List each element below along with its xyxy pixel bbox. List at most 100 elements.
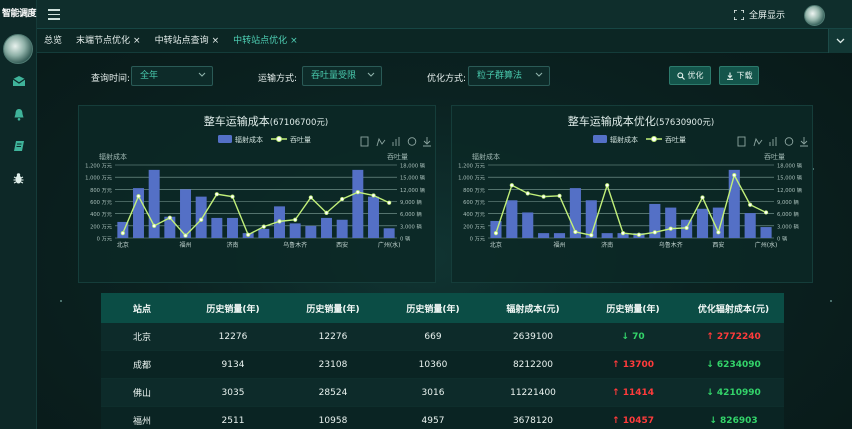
close-icon[interactable]: × bbox=[212, 36, 220, 46]
line-point bbox=[620, 231, 626, 236]
sidebar-avatar[interactable] bbox=[3, 34, 33, 64]
top-bar: 全屏显示 bbox=[37, 0, 852, 29]
tab-1[interactable]: 末端节点优化 × bbox=[69, 29, 148, 53]
bug-icon[interactable] bbox=[11, 171, 26, 185]
algo-select[interactable]: 粒子群算法 bbox=[468, 66, 550, 86]
table-row[interactable]: 福州 2511 10958 4957 3678120 ↑ 10457 ↓ 826903 bbox=[101, 407, 784, 429]
star-decor bbox=[830, 300, 832, 302]
search-icon bbox=[676, 71, 685, 80]
arrow-down-icon: ↓ bbox=[706, 387, 717, 398]
x-tick: 济南 bbox=[226, 241, 238, 249]
line-point bbox=[605, 183, 610, 188]
line-point bbox=[167, 215, 172, 220]
x-tick: 福州 bbox=[553, 241, 565, 249]
bar bbox=[728, 169, 740, 238]
y-tick-right: 9,000 辆 bbox=[400, 198, 422, 206]
y-tick-right: 3,000 辆 bbox=[777, 222, 799, 230]
chart-svg: 整车运输成本(67106700元)辐射成本 吞吐量辐射成本 吞吐量1,200 万元 1… bbox=[85, 114, 431, 249]
chart-title-value: (67106700元) bbox=[270, 118, 328, 128]
close-icon[interactable]: × bbox=[133, 36, 141, 46]
data-view-icon bbox=[360, 136, 369, 147]
line-point bbox=[509, 183, 514, 188]
bar bbox=[368, 196, 379, 238]
chevron-down-icon bbox=[535, 72, 543, 77]
y-tick-left: 800 万元 bbox=[463, 187, 485, 194]
table-row[interactable]: 佛山 3035 28524 3016 11221400 ↑ 11414 ↓ 4210990 bbox=[101, 379, 784, 407]
download-label: 下载 bbox=[736, 71, 753, 80]
download-button[interactable]: 下载 bbox=[719, 66, 759, 85]
chart-toolbox bbox=[737, 136, 808, 147]
y-tick-left: 0 万元 bbox=[97, 236, 112, 243]
x-tick: 济南 bbox=[601, 241, 613, 249]
table-row[interactable]: 成都 9134 23108 10360 8212200 ↑ 13700 ↓ 6234090 bbox=[101, 351, 784, 379]
cell-value: 70 bbox=[632, 331, 645, 342]
line-point bbox=[214, 192, 219, 197]
mode-label: 运输方式: bbox=[258, 74, 298, 84]
chart-title-main: 整车运输成本优化 bbox=[568, 114, 656, 128]
line-point bbox=[371, 193, 376, 198]
filter-bar: 查询时间: 全年 运输方式: 吞吐量受限 优化方式: 粒子群算法 优化 下载 bbox=[37, 53, 852, 93]
bar bbox=[553, 233, 566, 238]
y-tick-left: 1,200 万元 bbox=[458, 163, 485, 170]
chart-toolbox bbox=[360, 136, 431, 147]
line-point bbox=[340, 196, 345, 202]
x-tick: 广州(水) bbox=[378, 241, 401, 249]
legend-line-label: 吞吐量 bbox=[290, 135, 311, 144]
table-cell: 12276 bbox=[218, 331, 248, 342]
table-cell: 福州 bbox=[132, 417, 151, 427]
line-point bbox=[261, 224, 266, 229]
book-icon[interactable] bbox=[11, 139, 26, 153]
y-tick-right: 12,000 辆 bbox=[400, 186, 425, 194]
y-tick-left: 200 万元 bbox=[463, 223, 485, 230]
optimize-button[interactable]: 优化 bbox=[669, 66, 711, 85]
line-point bbox=[573, 229, 578, 235]
brand-title: 智能调度 bbox=[2, 9, 37, 19]
tabs-dropdown-button[interactable] bbox=[828, 29, 852, 53]
time-select[interactable]: 全年 bbox=[131, 66, 213, 86]
chevron-down-icon bbox=[198, 72, 206, 77]
table-cell: 10360 bbox=[418, 359, 448, 370]
bar bbox=[383, 228, 395, 238]
line-point bbox=[183, 233, 188, 238]
arrow-down-icon: ↓ bbox=[709, 415, 721, 426]
table-cell: 12276 bbox=[318, 331, 348, 342]
table-row[interactable]: 北京 12276 12276 669 2639100 ↓ 70 ↑ 2772240 bbox=[101, 323, 784, 351]
line-point bbox=[387, 200, 392, 205]
bar bbox=[696, 208, 709, 238]
bar bbox=[227, 217, 238, 238]
mode-select[interactable]: 吞吐量受限 bbox=[302, 66, 382, 86]
bell-icon[interactable] bbox=[11, 107, 26, 121]
y-tick-left: 200 万元 bbox=[90, 223, 112, 230]
tab-label: 中转站点优化 bbox=[233, 35, 288, 46]
tab-3[interactable]: 中转站点优化 × bbox=[226, 29, 305, 53]
line-point bbox=[199, 217, 204, 222]
legend-bar-swatch bbox=[593, 135, 607, 143]
line-chart-icon bbox=[753, 137, 763, 147]
y-tick-right: 6,000 辆 bbox=[400, 210, 422, 218]
fullscreen-button[interactable]: 全屏显示 bbox=[734, 8, 785, 21]
tab-0[interactable]: 总览 bbox=[37, 29, 69, 53]
line-point bbox=[355, 190, 360, 195]
y-tick-right: 9,000 辆 bbox=[777, 198, 799, 206]
line-point bbox=[308, 195, 313, 200]
save-image-icon bbox=[800, 137, 808, 147]
arrow-up-icon: ↑ bbox=[612, 415, 623, 426]
table-cell: 3678120 bbox=[512, 415, 554, 426]
y-tick-right: 0 辆 bbox=[777, 235, 787, 243]
line-point bbox=[589, 233, 594, 238]
y-tick-left: 1,000 万元 bbox=[458, 175, 485, 182]
x-tick: 乌鲁木齐 bbox=[283, 241, 307, 249]
data-view-icon bbox=[737, 136, 746, 147]
time-select-value: 全年 bbox=[140, 71, 159, 81]
menu-toggle-icon[interactable] bbox=[48, 9, 60, 20]
table-cell: 3035 bbox=[221, 387, 245, 398]
mail-icon[interactable] bbox=[11, 74, 26, 88]
tab-2[interactable]: 中转站点查询 × bbox=[148, 29, 227, 53]
cell-value: 826903 bbox=[720, 415, 758, 426]
close-icon[interactable]: × bbox=[290, 36, 298, 46]
chart-title-main: 整车运输成本 bbox=[204, 114, 270, 128]
cell-value: 4210990 bbox=[716, 387, 761, 398]
tab-label: 中转站点查询 bbox=[154, 35, 209, 46]
table-cell: 3016 bbox=[421, 387, 445, 398]
user-avatar[interactable] bbox=[804, 5, 825, 26]
